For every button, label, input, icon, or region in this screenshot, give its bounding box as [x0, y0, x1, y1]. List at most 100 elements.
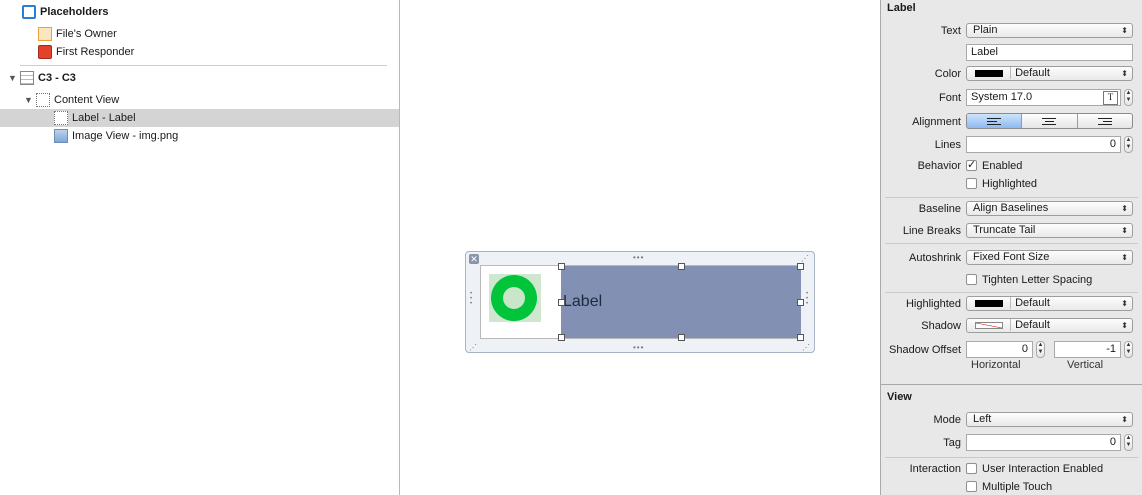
align-right-button[interactable]	[1078, 114, 1132, 128]
color-popup[interactable]: Default ⬍	[966, 66, 1133, 81]
close-icon[interactable]: ✕	[469, 254, 479, 264]
resize-corner-icon[interactable]: ⋰	[802, 343, 811, 352]
tag-stepper[interactable]: ▲ ▼	[1124, 434, 1133, 451]
resize-handle-bottom-icon[interactable]: •••	[633, 343, 644, 352]
popup-arrow-icon: ⬍	[1121, 299, 1128, 308]
color-value: Default	[1010, 67, 1050, 79]
selection-handle[interactable]	[678, 263, 685, 270]
resize-handle-right-icon[interactable]: • • •	[806, 291, 810, 307]
horizontal-caption: Horizontal	[971, 359, 1021, 371]
tag-field[interactable]: 0	[966, 434, 1121, 451]
resize-handle-top-icon[interactable]: •••	[633, 253, 644, 262]
outline-files-owner[interactable]: File's Owner	[38, 25, 117, 43]
lines-label: Lines	[934, 139, 961, 151]
label-view[interactable]: Label	[561, 266, 801, 338]
stepper-down-icon: ▼	[1037, 349, 1044, 355]
popup-arrow-icon: ⬍	[1121, 253, 1128, 262]
highlighted-color-popup[interactable]: Default ⬍	[966, 296, 1133, 311]
interaction-label: Interaction	[909, 463, 961, 475]
outline-cell-row[interactable]: ▼ C3 - C3	[8, 69, 76, 87]
vertical-caption: Vertical	[1067, 359, 1104, 371]
image-view[interactable]	[489, 274, 541, 322]
selection-handle[interactable]	[558, 334, 565, 341]
outline-content-view-row[interactable]: ▼ Content View	[24, 91, 119, 109]
label-text-field[interactable]: Label	[966, 44, 1133, 61]
label-view-icon	[54, 111, 68, 125]
outline-first-responder[interactable]: First Responder	[38, 43, 134, 61]
first-responder-icon	[38, 45, 52, 59]
color-swatch	[975, 69, 1003, 77]
shadow-popup[interactable]: Default ⬍	[966, 318, 1133, 333]
stepper-up-icon: ▲	[1125, 137, 1132, 143]
selection-handle[interactable]	[797, 334, 804, 341]
tag-value: 0	[1109, 436, 1116, 448]
selection-handle[interactable]	[558, 299, 565, 306]
stepper-up-icon: ▲	[1125, 342, 1132, 348]
resize-corner-icon[interactable]: ⋰	[469, 343, 478, 352]
text-type-popup[interactable]: Plain ⬍	[966, 23, 1133, 38]
shadow-offset-horizontal-field[interactable]: 0	[966, 341, 1033, 358]
highlighted-color-label: Highlighted	[905, 298, 961, 310]
document-outline: Placeholders File's Owner First Responde…	[0, 0, 400, 495]
resize-corner-icon[interactable]: ⋰	[801, 254, 810, 263]
mode-popup[interactable]: Left ⬍	[966, 412, 1133, 427]
enabled-checkbox[interactable]: ✓	[966, 160, 977, 171]
divider	[885, 292, 1138, 293]
font-size-stepper[interactable]: ▲ ▼	[1124, 89, 1133, 106]
shadow-label: Shadow	[921, 320, 961, 332]
shadow-vertical-stepper[interactable]: ▲ ▼	[1124, 341, 1133, 358]
tighten-letter-spacing-label: Tighten Letter Spacing	[982, 274, 1093, 286]
files-owner-label: File's Owner	[56, 28, 117, 40]
stepper-up-icon: ▲	[1125, 435, 1132, 441]
label-text: Label	[563, 293, 603, 310]
popup-arrow-icon: ⬍	[1121, 321, 1128, 330]
line-breaks-popup[interactable]: Truncate Tail ⬍	[966, 223, 1133, 238]
outline-image-view-row[interactable]: Image View - img.png	[54, 127, 178, 145]
stepper-down-icon: ▼	[1125, 442, 1132, 448]
lines-field[interactable]: 0	[966, 136, 1121, 153]
highlighted-checkbox[interactable]	[966, 178, 977, 189]
shadow-horizontal-stepper[interactable]: ▲ ▼	[1036, 341, 1045, 358]
line-breaks-value: Truncate Tail	[973, 224, 1036, 236]
shadow-offset-label: Shadow Offset	[889, 344, 961, 356]
content-view[interactable]: Label	[480, 263, 804, 341]
highlighted-color-value: Default	[1010, 297, 1050, 309]
autoshrink-value: Fixed Font Size	[973, 251, 1050, 263]
mode-value: Left	[973, 413, 992, 425]
selection-handle[interactable]	[797, 263, 804, 270]
font-label: Font	[938, 92, 961, 104]
first-responder-label: First Responder	[56, 46, 135, 58]
ring-image	[491, 275, 537, 321]
selection-handle[interactable]	[797, 299, 804, 306]
disclosure-triangle-icon[interactable]: ▼	[8, 73, 18, 83]
cell-scene[interactable]: ✕ ••• ••• ⋰ ⋰ ⋰ • • • • • • Label	[465, 251, 815, 353]
placeholders-title: Placeholders	[40, 6, 109, 18]
attributes-inspector: Label Text Plain ⬍ Label Color Default ⬍…	[880, 0, 1142, 495]
disclosure-triangle-icon[interactable]: ▼	[24, 95, 34, 105]
selection-handle[interactable]	[678, 334, 685, 341]
image-view-icon	[54, 129, 68, 143]
user-interaction-checkbox[interactable]	[966, 463, 977, 474]
popup-arrow-icon: ⬍	[1121, 415, 1128, 424]
outline-label-row[interactable]: Label - Label	[0, 109, 399, 127]
shadow-offset-vertical-field[interactable]: -1	[1054, 341, 1121, 358]
tighten-letter-spacing-checkbox[interactable]	[966, 274, 977, 285]
multiple-touch-checkbox[interactable]	[966, 481, 977, 492]
selection-handle[interactable]	[558, 263, 565, 270]
text-type-value: Plain	[973, 24, 998, 36]
text-label: Text	[940, 25, 961, 37]
resize-handle-left-icon[interactable]: • • •	[470, 291, 474, 307]
cell-label: C3 - C3	[38, 72, 76, 84]
align-left-button[interactable]	[967, 114, 1023, 128]
outline-placeholders-row[interactable]: Placeholders	[22, 3, 108, 21]
interface-canvas: ✕ ••• ••• ⋰ ⋰ ⋰ • • • • • • Label	[400, 0, 880, 495]
align-center-button[interactable]	[1022, 114, 1078, 128]
label-text-value: Label	[971, 46, 998, 58]
baseline-popup[interactable]: Align Baselines ⬍	[966, 201, 1133, 216]
font-field[interactable]: System 17.0 T	[966, 89, 1121, 106]
mode-label: Mode	[933, 414, 961, 426]
lines-stepper[interactable]: ▲ ▼	[1124, 136, 1133, 153]
font-picker-icon[interactable]: T	[1103, 91, 1118, 105]
stepper-down-icon: ▼	[1125, 349, 1132, 355]
autoshrink-popup[interactable]: Fixed Font Size ⬍	[966, 250, 1133, 265]
